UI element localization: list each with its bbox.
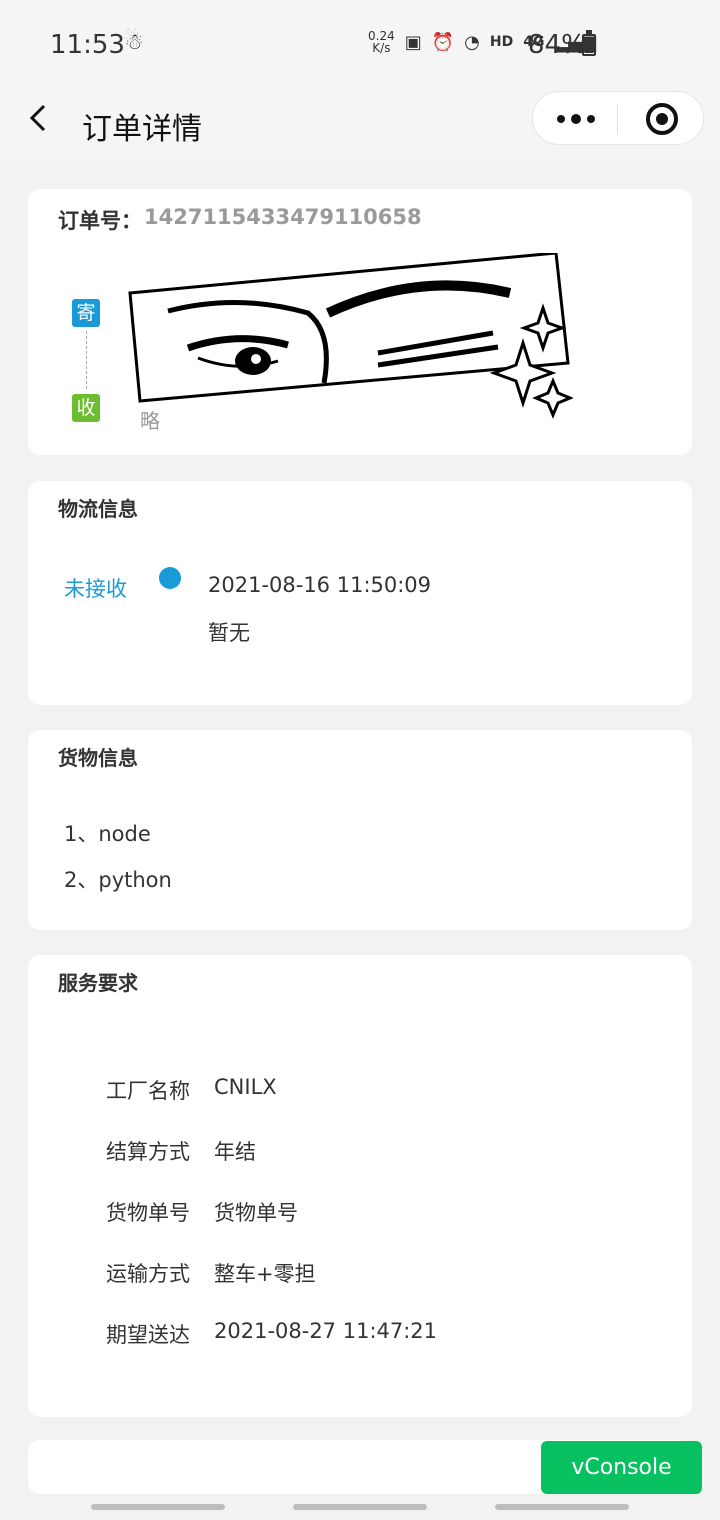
goods-card: 货物信息 1、node 2、python xyxy=(28,730,692,930)
recycle-icon: ▣ xyxy=(404,31,422,53)
goods-item: 1、node xyxy=(64,822,151,846)
order-card: 订单号： 1427115433479110658 寄 收 略 xyxy=(28,189,692,455)
anime-eyes-sticker xyxy=(128,253,573,419)
service-value: 整车+零担 xyxy=(214,1262,316,1286)
nav-bar: 订单详情 xyxy=(0,90,720,160)
service-label: 期望送达 xyxy=(106,1323,190,1347)
status-bar: 11:53 ☃ 0.24 K/s ▣ ⏰ ◔ HD 4G ▂▄▆ 84% xyxy=(0,0,720,90)
logistics-card: 物流信息 未接收 2021-08-16 11:50:09 暂无 xyxy=(28,481,692,705)
network-speed: 0.24 K/s xyxy=(368,29,395,55)
back-arrow-icon[interactable] xyxy=(26,104,54,132)
sender-tag: 寄 xyxy=(72,299,100,327)
logistics-time: 2021-08-16 11:50:09 xyxy=(208,573,432,597)
notification-icon: ☃ xyxy=(124,30,144,55)
route-connector xyxy=(86,331,87,389)
mini-program-capsule xyxy=(532,91,704,145)
order-number: 1427115433479110658 xyxy=(144,205,422,229)
logistics-status: 未接收 xyxy=(64,577,127,601)
wifi-icon: ◔ xyxy=(464,31,480,53)
order-number-label: 订单号： xyxy=(58,209,142,233)
nav-pill-left[interactable] xyxy=(91,1504,225,1510)
service-card: 服务要求 工厂名称 CNILX 结算方式 年结 货物单号 货物单号 运输方式 整… xyxy=(28,955,692,1417)
page-title: 订单详情 xyxy=(82,112,202,147)
battery-icon xyxy=(582,30,596,56)
service-value: 年结 xyxy=(214,1140,256,1164)
close-target-icon[interactable] xyxy=(645,102,679,136)
receiver-tag: 收 xyxy=(72,394,100,422)
battery-percent: 84% xyxy=(528,30,586,60)
timeline-dot xyxy=(159,567,181,589)
capsule-divider xyxy=(617,104,618,134)
logistics-desc: 暂无 xyxy=(208,621,250,645)
bottom-navigation-bar xyxy=(0,1494,720,1520)
service-label: 运输方式 xyxy=(106,1262,190,1286)
logistics-title: 物流信息 xyxy=(58,497,138,521)
alarm-icon: ⏰ xyxy=(431,31,455,53)
service-label: 结算方式 xyxy=(106,1140,190,1164)
goods-item: 2、python xyxy=(64,868,172,892)
vconsole-button[interactable]: vConsole xyxy=(541,1441,702,1494)
nav-pill-center[interactable] xyxy=(293,1504,427,1510)
service-value: 货物单号 xyxy=(214,1201,298,1225)
service-label: 货物单号 xyxy=(106,1201,190,1225)
service-label: 工厂名称 xyxy=(106,1079,190,1103)
nav-pill-right[interactable] xyxy=(495,1504,629,1510)
service-value: 2021-08-27 11:47:21 xyxy=(214,1319,438,1343)
service-value: CNILX xyxy=(214,1075,277,1099)
goods-title: 货物信息 xyxy=(58,746,138,770)
status-time: 11:53 xyxy=(50,30,125,60)
hd-label: HD xyxy=(489,34,514,50)
more-options-icon[interactable] xyxy=(553,106,599,132)
service-title: 服务要求 xyxy=(58,971,138,995)
